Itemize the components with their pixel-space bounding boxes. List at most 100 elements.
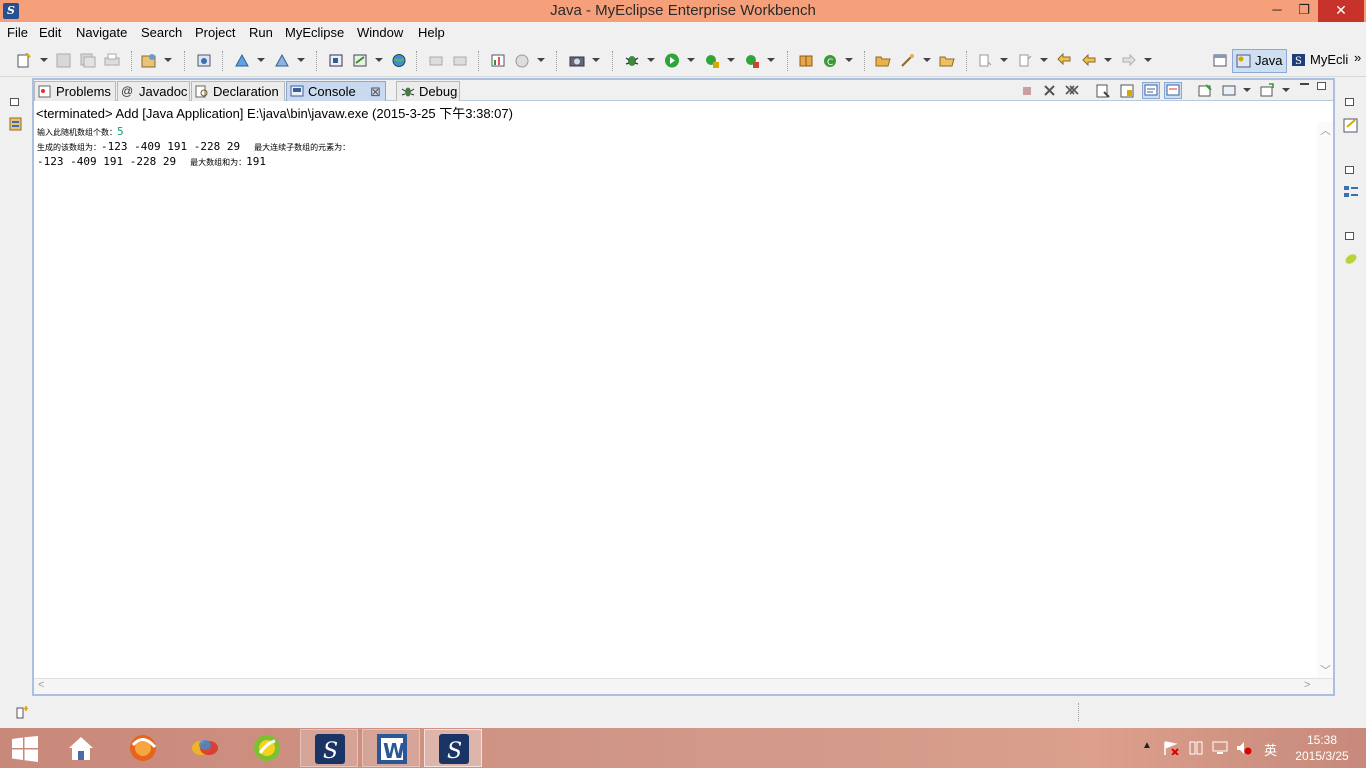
taskbar-word[interactable]: W [362,729,420,767]
next-annotation-dropdown-arrow[interactable] [1000,58,1008,62]
scroll-down-arrow[interactable]: ﹀ [1320,662,1331,678]
scroll-lock-button[interactable] [1118,82,1136,99]
close-button[interactable]: ✕ [1318,0,1364,22]
forward-disabled-icon[interactable] [452,53,468,68]
open-resource-icon[interactable] [939,53,955,68]
server-dropdown-arrow[interactable] [297,58,305,62]
run-icon[interactable] [664,53,680,68]
run-server-icon[interactable] [744,53,760,68]
action-center-flag-icon[interactable] [1163,741,1179,755]
forward-icon[interactable] [1121,53,1137,68]
menu-myeclipse[interactable]: MyEclipse [285,25,344,40]
restore-outline-icon[interactable] [1345,98,1354,106]
input-language-indicator[interactable]: 英 [1264,740,1277,759]
perspective-java[interactable]: Java [1232,49,1288,73]
menu-search[interactable]: Search [141,25,182,40]
task-list-icon[interactable] [1343,117,1359,133]
report-icon[interactable] [490,53,506,68]
print-icon[interactable] [104,53,120,68]
search-wand-icon[interactable] [900,53,916,68]
restore-outline3-icon[interactable] [1345,232,1354,240]
new-icon[interactable] [16,53,32,68]
package-explorer-icon[interactable] [9,117,22,131]
taskbar-myeclipse[interactable]: S [300,729,358,767]
search-dropdown-arrow[interactable] [923,58,931,62]
fast-view-icon[interactable] [16,705,31,719]
open-folder-icon[interactable] [875,53,891,68]
debug-dropdown-arrow[interactable] [647,58,655,62]
new-project-icon[interactable] [141,53,157,68]
start-button[interactable] [0,729,58,767]
restore-outline2-icon[interactable] [1345,166,1354,174]
next-annotation-icon[interactable] [977,53,993,68]
tab-javadoc[interactable]: @ Javadoc [117,81,190,101]
display-console-dropdown-arrow[interactable] [1243,88,1251,92]
server-icon[interactable] [274,53,290,68]
web-dropdown-arrow[interactable] [375,58,383,62]
close-tab-icon[interactable]: ⊠ [370,82,381,101]
pin-console-button[interactable] [1196,82,1214,99]
new-dropdown-arrow[interactable] [40,58,48,62]
globe-icon[interactable] [391,53,407,68]
menu-window[interactable]: Window [357,25,403,40]
tab-declaration[interactable]: Declaration [191,81,285,101]
system-clock[interactable]: 15:38 2015/3/25 [1290,732,1354,764]
palette-icon[interactable] [1343,251,1359,267]
debug-run-icon[interactable] [624,53,640,68]
maximize-view-icon[interactable] [1317,82,1326,90]
prev-annotation-dropdown-arrow[interactable] [1040,58,1048,62]
device-icon[interactable] [1188,741,1204,755]
more-perspectives-button[interactable]: » [1354,50,1361,65]
open-type-icon[interactable] [196,53,212,68]
deploy-dropdown-arrow[interactable] [257,58,265,62]
new-class-icon[interactable]: C [822,53,838,68]
display-console-button[interactable] [1220,82,1238,99]
new-class-dropdown-arrow[interactable] [845,58,853,62]
menu-navigate[interactable]: Navigate [76,25,127,40]
vertical-scrollbar[interactable]: ︿ ﹀ [1317,122,1333,680]
scroll-left-arrow[interactable]: < [38,679,44,691]
taskbar-360-browser[interactable] [238,729,296,767]
outline-icon[interactable] [1343,184,1359,200]
maximize-button[interactable]: ❐ [1291,0,1317,22]
menu-help[interactable]: Help [418,25,445,40]
forward-dropdown-arrow[interactable] [1144,58,1152,62]
taskbar-app[interactable] [176,729,234,767]
network-icon[interactable] [1212,741,1228,755]
save-icon[interactable] [56,53,72,68]
new-project-dropdown-arrow[interactable] [164,58,172,62]
console-output[interactable]: 输入此随机数组个数：5 生成的该数组为：-123 -409 191 -228 2… [34,122,1317,680]
web-icon[interactable] [352,53,368,68]
run-external-icon[interactable] [704,53,720,68]
run-server-dropdown-arrow[interactable] [767,58,775,62]
taskbar-myeclipse-active[interactable]: S [424,729,482,767]
scroll-up-arrow[interactable]: ︿ [1320,122,1331,138]
deploy-icon[interactable] [234,53,250,68]
back-dropdown-arrow[interactable] [1104,58,1112,62]
menu-run[interactable]: Run [249,25,273,40]
database-icon[interactable] [328,53,344,68]
show-hidden-icons-button[interactable]: ▲ [1142,740,1152,751]
restore-icon[interactable] [10,98,19,106]
perspective-myeclipse[interactable]: S MyEcli [1288,49,1352,73]
open-console-button[interactable] [1258,82,1276,99]
back-disabled-icon[interactable] [428,53,444,68]
save-all-icon[interactable] [80,53,96,68]
tab-debug[interactable]: Debug [396,81,460,101]
prev-annotation-icon[interactable] [1017,53,1033,68]
uml-dropdown-arrow[interactable] [537,58,545,62]
tab-problems[interactable]: Problems [34,81,116,101]
camera-icon[interactable] [569,53,585,68]
back-icon[interactable] [1081,53,1097,68]
volume-muted-icon[interactable] [1236,741,1252,755]
menu-edit[interactable]: Edit [39,25,61,40]
terminate-button[interactable] [1018,82,1036,99]
last-edit-icon[interactable] [1057,53,1073,68]
taskbar-file-explorer[interactable] [52,729,110,767]
tab-console[interactable]: Console ⊠ [286,81,386,101]
package-icon[interactable] [798,53,814,68]
remove-all-button[interactable] [1063,82,1081,99]
run-external-dropdown-arrow[interactable] [727,58,735,62]
clear-console-button[interactable] [1094,82,1112,99]
open-perspective-icon[interactable] [1212,53,1228,68]
